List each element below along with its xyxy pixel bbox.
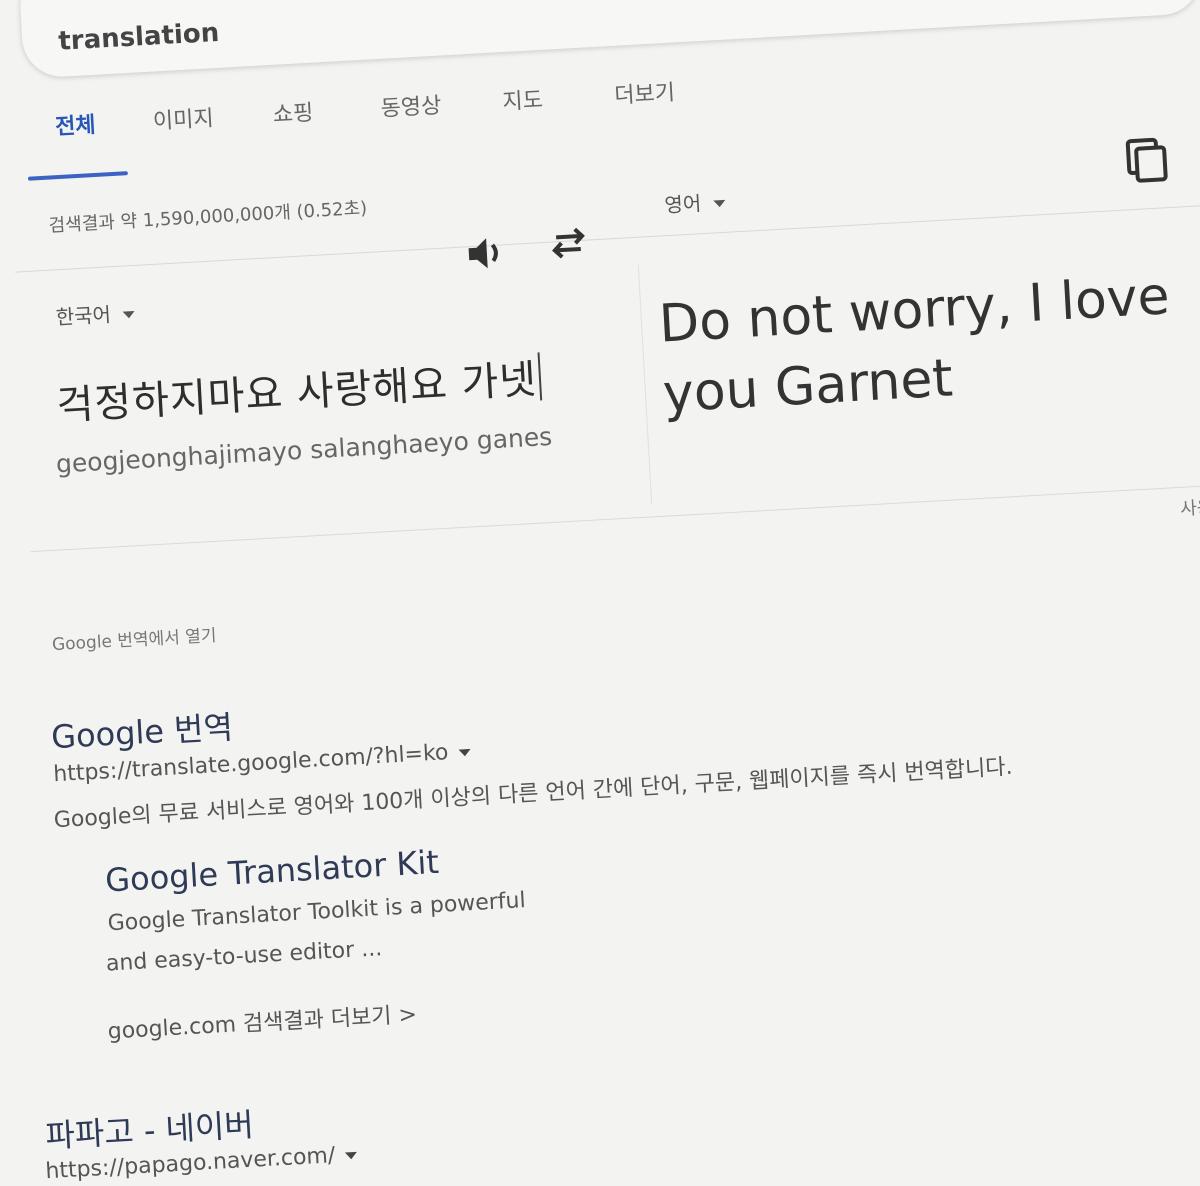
chevron-down-icon [713,199,726,208]
source-language-label: 한국어 [55,302,112,330]
chevron-down-icon[interactable] [458,748,471,757]
tab-all[interactable]: 전체 [54,107,97,141]
swap-arrows-icon[interactable] [547,224,589,262]
tab-maps[interactable]: 지도 [501,82,544,116]
source-text: 걱정하지마요 사랑해요 가넷 [55,356,539,430]
tab-shopping[interactable]: 쇼핑 [272,95,314,129]
tab-images[interactable]: 이미지 [152,100,214,135]
tab-videos[interactable]: 동영상 [380,88,442,123]
search-results-page: translation 전체 이미지 쇼핑 동영상 지도 더보기 검색결과 약 … [0,0,1200,1184]
sublink-title[interactable]: Google Translator Kit [104,843,440,900]
source-text-input[interactable]: 걱정하지마요 사랑해요 가넷 [55,346,543,431]
chevron-down-icon[interactable] [345,1151,358,1160]
target-language-select[interactable]: 영어 [664,186,726,218]
romanization: geogjeonghajimayo salanghaeyo ganes [55,421,553,479]
text-cursor [537,352,543,401]
translator-bottom-border [30,484,1200,553]
speaker-icon[interactable] [466,234,508,272]
open-in-google-translate-link[interactable]: Google 번역에서 열기 [51,621,217,655]
chevron-down-icon [122,310,136,319]
feedback-link[interactable]: 사용 [1179,493,1200,521]
active-tab-indicator [27,171,128,181]
translator-divider [637,264,653,505]
result-title[interactable]: Google 번역 [50,702,234,758]
translated-text: Do not worry, I love you Garnet [657,266,1172,425]
target-language-label: 영어 [663,191,702,218]
source-language-select[interactable]: 한국어 [55,297,136,330]
results-count: 검색결과 약 1,590,000,000개 (0.52초) [48,197,368,237]
copy-icon[interactable] [1121,135,1172,186]
sublink-snippet-line2: and easy-to-use editor ... [105,936,383,977]
tab-more[interactable]: 더보기 [613,74,676,109]
more-results-link[interactable]: google.com 검색결과 더보기 > [107,996,418,1045]
